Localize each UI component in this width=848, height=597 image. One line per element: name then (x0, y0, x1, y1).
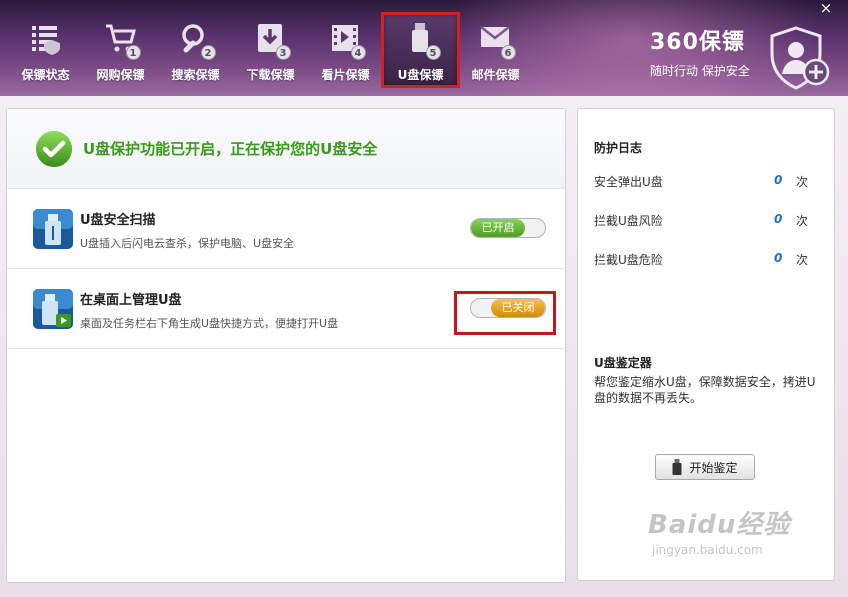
usb-stick-icon (672, 459, 682, 475)
log-unit: 次 (796, 214, 809, 228)
tab-label: 搜索保镖 (171, 68, 220, 82)
feature-description: 桌面及任务栏右下角生成U盘快捷方式，便捷打开U盘 (80, 317, 339, 330)
video-icon: 4 (326, 20, 366, 60)
tab-mail[interactable]: 6 邮件保镖 (458, 14, 533, 86)
usb-desktop-icon (33, 289, 73, 329)
close-button[interactable]: × (818, 0, 834, 16)
tab-badge: 3 (275, 45, 291, 60)
watermark-url: jingyan.baidu.com (652, 543, 763, 557)
tab-bar: 保镖状态 1 网购保镖 2 搜索保镖 3 下载保镖 4 看片保镖 5 U盘保镖 … (8, 12, 533, 88)
identifier-title: U盘鉴定器 (594, 356, 652, 370)
guard-shield-icon (770, 26, 830, 90)
tab-badge: 6 (500, 45, 516, 60)
tab-label: 邮件保镖 (471, 68, 520, 82)
tab-download[interactable]: 3 下载保镖 (233, 14, 308, 86)
watermark-logo: Baidu经验 (648, 510, 791, 540)
log-label: 拦截U盘风险 (594, 214, 663, 228)
tab-usb[interactable]: 5 U盘保镖 (381, 12, 460, 88)
protection-status-bar: U盘保护功能已开启，正在保护您的U盘安全 (7, 109, 565, 189)
start-identify-label: 开始鉴定 (689, 460, 738, 475)
tab-label: 保镖状态 (21, 68, 70, 82)
desktop-manage-toggle[interactable]: 已关闭 (470, 298, 546, 318)
identifier-description: 帮您鉴定缩水U盘，保障数据安全，拷进U盘的数据不再丢失。 (594, 375, 816, 405)
feature-description: U盘插入后闪电云查杀，保护电脑、U盘安全 (80, 237, 295, 250)
check-circle-icon (36, 130, 72, 167)
tab-label: 网购保镖 (96, 68, 145, 82)
header-bar: × 保镖状态 1 网购保镖 2 搜索保镖 3 下载保镖 4 看片保镖 5 U盘保… (0, 0, 848, 96)
log-count: 0 (774, 212, 783, 226)
tab-shopping[interactable]: 1 网购保镖 (83, 14, 158, 86)
feature-title: U盘安全扫描 (80, 213, 156, 228)
log-title: 防护日志 (594, 141, 643, 155)
brand-logo: 360保镖 (650, 30, 745, 55)
log-label: 拦截U盘危险 (594, 253, 663, 267)
toggle-label: 已开启 (471, 219, 525, 237)
brand-slogan: 随时行动 保护安全 (650, 64, 750, 78)
log-count: 0 (774, 251, 783, 265)
tab-label: 下载保镖 (246, 68, 295, 82)
start-identify-button[interactable]: 开始鉴定 (655, 454, 755, 480)
log-label: 安全弹出U盘 (594, 175, 663, 189)
status-text: U盘保护功能已开启，正在保护您的U盘安全 (83, 140, 378, 158)
tab-video[interactable]: 4 看片保镖 (308, 14, 383, 86)
feature-row-desktop-manage: 在桌面上管理U盘 桌面及任务栏右下角生成U盘快捷方式，便捷打开U盘 已关闭 (7, 269, 565, 349)
log-unit: 次 (796, 253, 809, 267)
status-list-icon (26, 20, 66, 60)
brand-block: 360保镖 随时行动 保护安全 (650, 30, 750, 79)
toggle-label: 已关闭 (491, 299, 545, 317)
mail-icon: 6 (476, 20, 516, 60)
tab-status[interactable]: 保镖状态 (8, 14, 83, 86)
usb-scan-icon (33, 209, 73, 249)
tab-search[interactable]: 2 搜索保镖 (158, 14, 233, 86)
feature-title: 在桌面上管理U盘 (80, 293, 182, 308)
tab-label: 看片保镖 (321, 68, 370, 82)
log-item: 安全弹出U盘 0 次 (594, 173, 818, 190)
shopping-cart-icon: 1 (101, 20, 141, 60)
tab-badge: 4 (350, 45, 366, 60)
usb-drive-icon: 5 (401, 20, 441, 60)
tab-badge: 1 (125, 45, 141, 60)
log-item: 拦截U盘风险 0 次 (594, 212, 818, 229)
download-icon: 3 (251, 20, 291, 60)
main-panel: U盘保护功能已开启，正在保护您的U盘安全 U盘安全扫描 U盘插入后闪电云查杀，保… (6, 108, 566, 583)
search-icon: 2 (176, 20, 216, 60)
tab-label: U盘保镖 (397, 68, 444, 82)
tab-badge: 5 (425, 45, 441, 60)
tab-badge: 2 (200, 45, 216, 60)
watermark: Baidu经验 jingyan.baidu.com (648, 504, 790, 557)
feature-row-usb-scan: U盘安全扫描 U盘插入后闪电云查杀，保护电脑、U盘安全 已开启 (7, 189, 565, 269)
log-item: 拦截U盘危险 0 次 (594, 251, 818, 268)
log-unit: 次 (796, 175, 809, 189)
log-count: 0 (774, 173, 783, 187)
usb-scan-toggle[interactable]: 已开启 (470, 218, 546, 238)
